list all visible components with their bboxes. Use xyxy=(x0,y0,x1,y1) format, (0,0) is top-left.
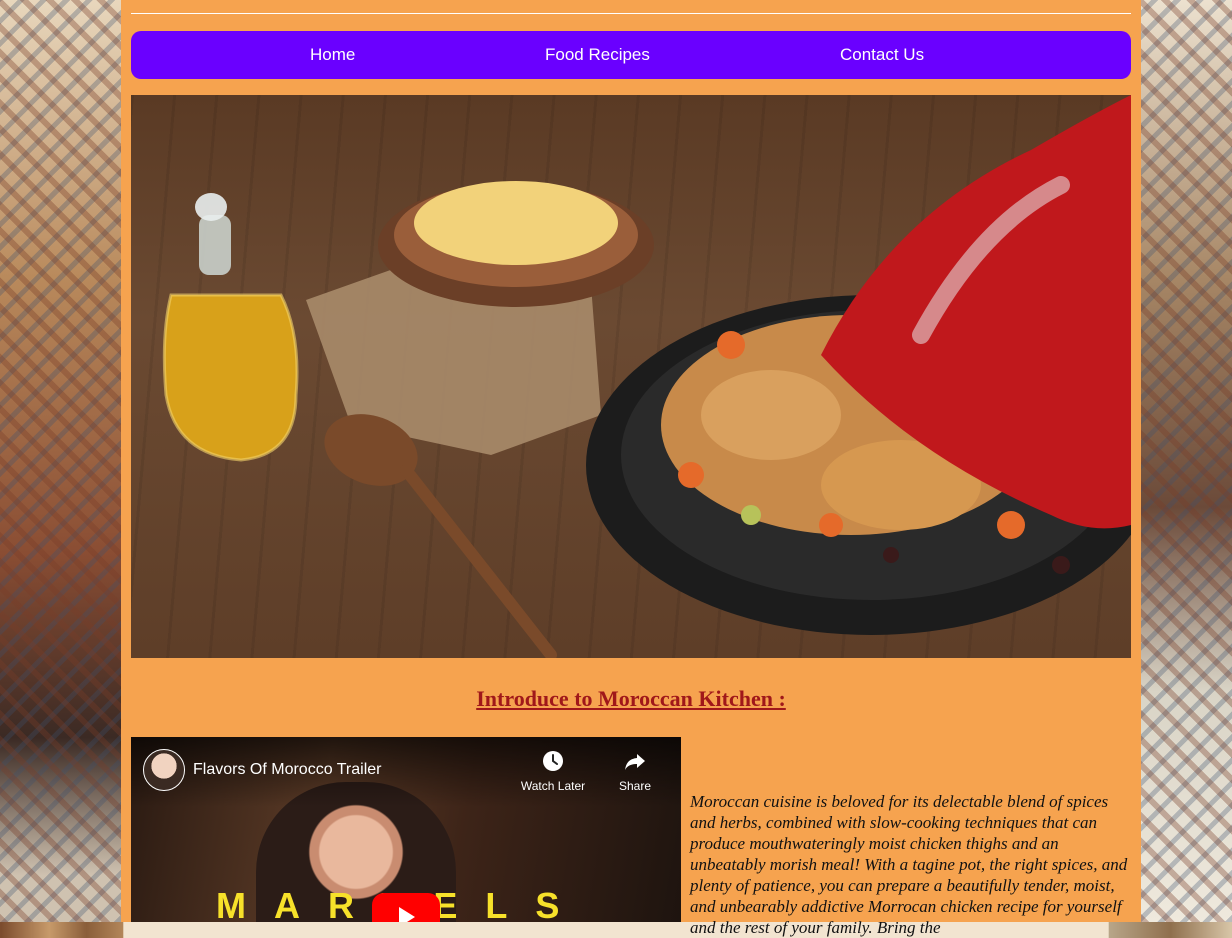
play-button-icon[interactable] xyxy=(372,893,440,922)
share-label: Share xyxy=(618,779,652,793)
page-container: Home Food Recipes Contact Us Introduce t… xyxy=(121,0,1141,937)
hero-image xyxy=(131,95,1131,658)
nav-food-recipes-link[interactable]: Food Recipes xyxy=(545,45,650,65)
video-player[interactable]: Flavors Of Morocco Trailer Watch Later S… xyxy=(131,737,681,922)
section-title[interactable]: Introduce to Moroccan Kitchen : xyxy=(121,686,1141,712)
share-icon xyxy=(625,754,645,770)
clock-icon xyxy=(543,751,563,771)
top-divider xyxy=(131,13,1131,14)
share-button[interactable]: Share xyxy=(595,749,675,793)
background-left xyxy=(0,0,121,922)
nav-contact-link[interactable]: Contact Us xyxy=(840,45,924,65)
background-right xyxy=(1141,0,1232,922)
video-title[interactable]: Flavors Of Morocco Trailer xyxy=(193,761,381,779)
main-nav: Home Food Recipes Contact Us xyxy=(131,31,1131,79)
nav-home-link[interactable]: Home xyxy=(310,45,355,65)
watch-later-button[interactable]: Watch Later xyxy=(513,749,593,793)
channel-avatar[interactable] xyxy=(143,749,185,791)
watch-later-label: Watch Later xyxy=(520,779,586,793)
hero-illustration xyxy=(162,95,1131,658)
intro-paragraph: Moroccan cuisine is beloved for its dele… xyxy=(690,792,1128,937)
